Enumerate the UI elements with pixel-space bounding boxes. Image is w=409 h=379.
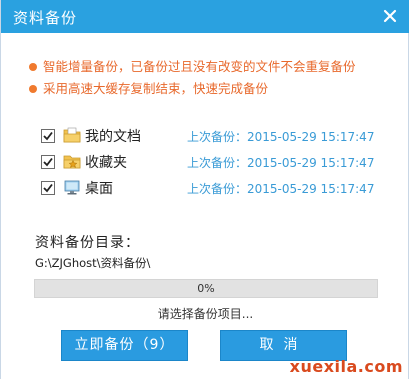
close-icon <box>383 9 397 23</box>
item-name: 桌面 <box>85 181 113 197</box>
backup-item-documents: 我的文档 上次备份：2015-05-29 15:17:47 <box>41 125 381 151</box>
last-backup-time: 上次备份：2015-05-29 15:17:47 <box>187 182 375 196</box>
watermark: xuexila.com <box>289 357 403 376</box>
tip-text: 智能增量备份，已备份过且没有改变的文件不会重复备份 <box>43 59 356 74</box>
tip-item: 采用高速大缓存复制结束，快速完成备份 <box>29 78 356 100</box>
backup-dialog: 资料备份 智能增量备份，已备份过且没有改变的文件不会重复备份 采用高速大缓存复制… <box>0 0 409 379</box>
bullet-icon <box>29 85 37 93</box>
close-button[interactable] <box>379 5 401 27</box>
item-name: 我的文档 <box>85 129 141 145</box>
tip-item: 智能增量备份，已备份过且没有改变的文件不会重复备份 <box>29 56 356 78</box>
backup-directory-path: G:\ZJGhost\资料备份\ <box>35 256 151 270</box>
backup-directory-label: 资料备份目录： <box>35 235 140 251</box>
documents-folder-icon <box>63 127 81 143</box>
backup-items-list: 我的文档 上次备份：2015-05-29 15:17:47 收藏夹 上次备份：2… <box>41 125 381 203</box>
favorites-folder-icon <box>63 155 81 169</box>
backup-item-desktop: 桌面 上次备份：2015-05-29 15:17:47 <box>41 177 381 203</box>
progress-percent: 0% <box>197 282 215 295</box>
tips-list: 智能增量备份，已备份过且没有改变的文件不会重复备份 采用高速大缓存复制结束，快速… <box>29 56 356 100</box>
item-name: 收藏夹 <box>85 155 127 171</box>
last-backup-time: 上次备份：2015-05-29 15:17:47 <box>187 130 375 144</box>
title-bar[interactable]: 资料备份 <box>1 0 409 33</box>
backup-item-favorites: 收藏夹 上次备份：2015-05-29 15:17:47 <box>41 151 381 177</box>
favorites-checkbox[interactable] <box>41 155 55 169</box>
checkmark-icon <box>43 157 53 167</box>
progress-bar: 0% <box>34 279 378 298</box>
status-text: 请选择备份项目... <box>157 307 254 321</box>
checkmark-icon <box>43 131 53 141</box>
tip-text: 采用高速大缓存复制结束，快速完成备份 <box>43 81 269 96</box>
bullet-icon <box>29 63 37 71</box>
backup-now-button[interactable]: 立即备份（9） <box>61 330 188 361</box>
last-backup-time: 上次备份：2015-05-29 15:17:47 <box>187 156 375 170</box>
desktop-icon <box>64 180 80 195</box>
desktop-checkbox[interactable] <box>41 181 55 195</box>
dialog-title: 资料备份 <box>13 9 78 27</box>
checkmark-icon <box>43 183 53 193</box>
documents-checkbox[interactable] <box>41 129 55 143</box>
